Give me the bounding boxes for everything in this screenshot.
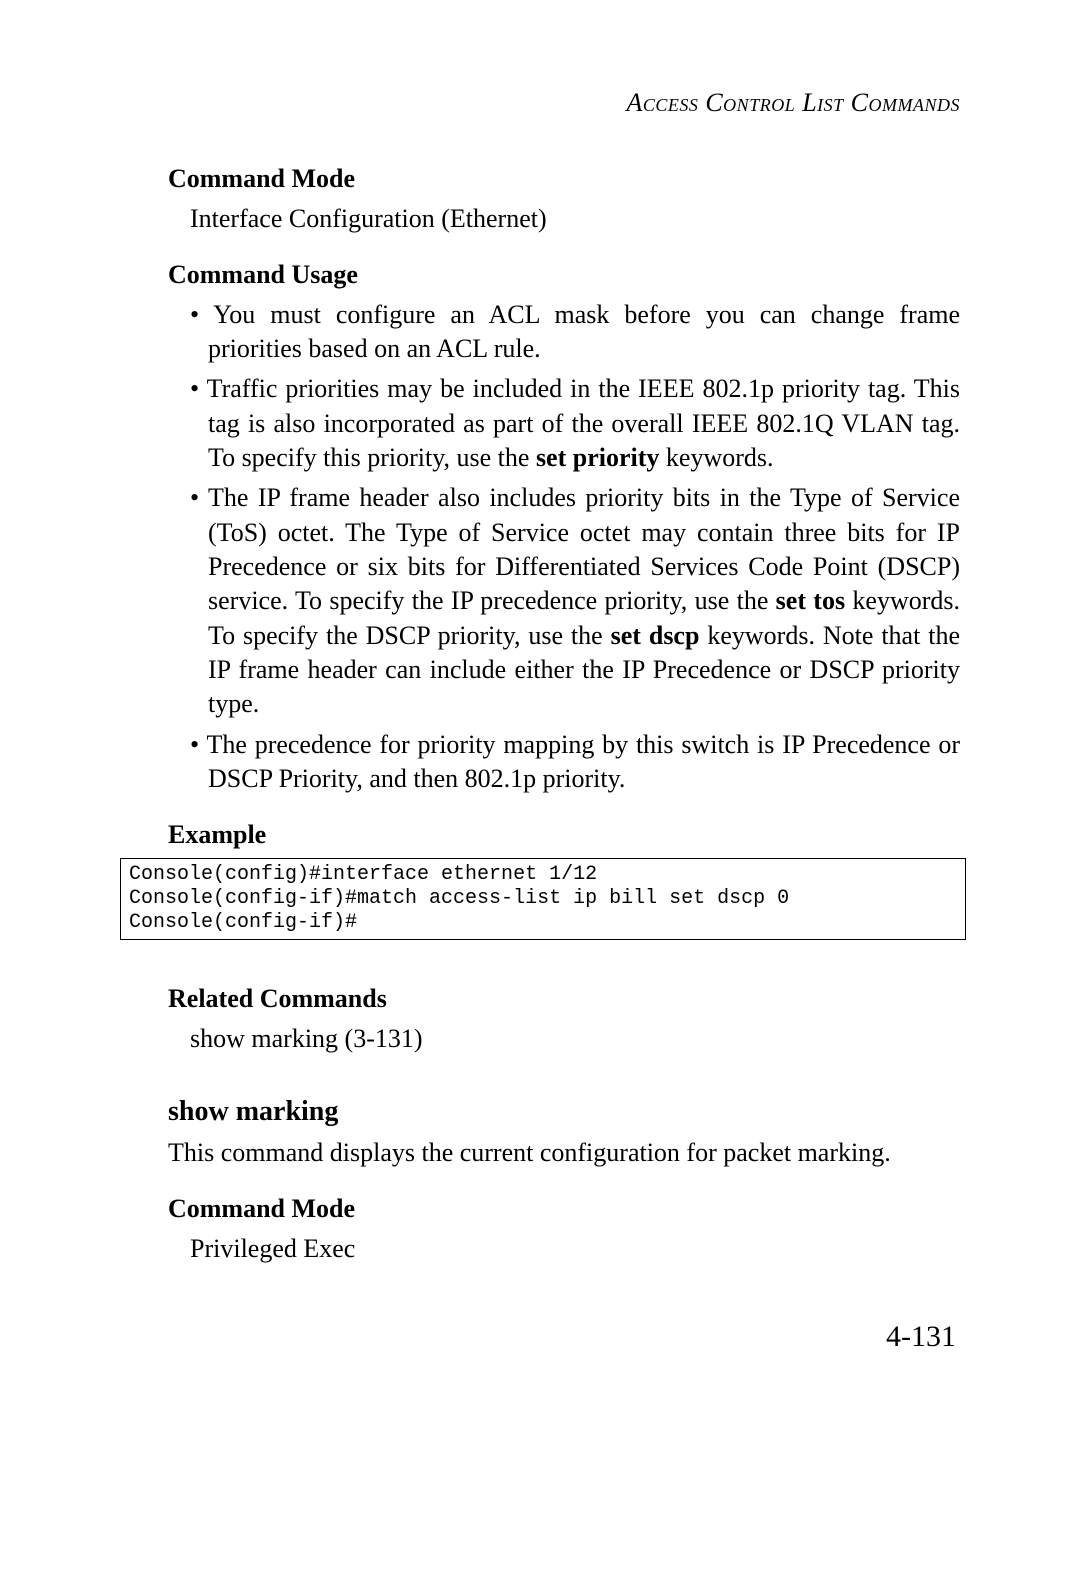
- bullet-2-post: keywords.: [659, 443, 773, 472]
- heading-command-mode-1: Command Mode: [168, 164, 960, 194]
- text-command-mode-2: Privileged Exec: [190, 1232, 960, 1266]
- bullet-1: You must configure an ACL mask before yo…: [190, 298, 960, 367]
- text-show-marking-desc: This command displays the current config…: [168, 1136, 960, 1170]
- bullet-4: The precedence for priority mapping by t…: [190, 728, 960, 797]
- bullet-3: The IP frame header also includes priori…: [190, 481, 960, 721]
- heading-command-mode-2: Command Mode: [168, 1194, 960, 1224]
- content: Command Mode Interface Configuration (Et…: [120, 164, 960, 1266]
- text-command-mode-1: Interface Configuration (Ethernet): [190, 202, 960, 236]
- heading-related-commands: Related Commands: [168, 984, 960, 1014]
- usage-bullets: You must configure an ACL mask before yo…: [168, 298, 960, 796]
- bullet-3-bold2: set dscp: [611, 621, 700, 650]
- page: Access Control List Commands Command Mod…: [0, 0, 1080, 1266]
- page-number: 4-131: [886, 1320, 956, 1354]
- bullet-2: Traffic priorities may be included in th…: [190, 372, 960, 475]
- running-header: Access Control List Commands: [120, 88, 960, 118]
- text-related-commands: show marking (3-131): [190, 1022, 960, 1056]
- example-code: Console(config)#interface ethernet 1/12 …: [120, 858, 966, 940]
- heading-command-usage: Command Usage: [168, 260, 960, 290]
- heading-show-marking: show marking: [168, 1096, 960, 1128]
- heading-example: Example: [168, 820, 960, 850]
- bullet-3-bold1: set tos: [776, 586, 845, 615]
- bullet-2-bold: set priority: [536, 443, 659, 472]
